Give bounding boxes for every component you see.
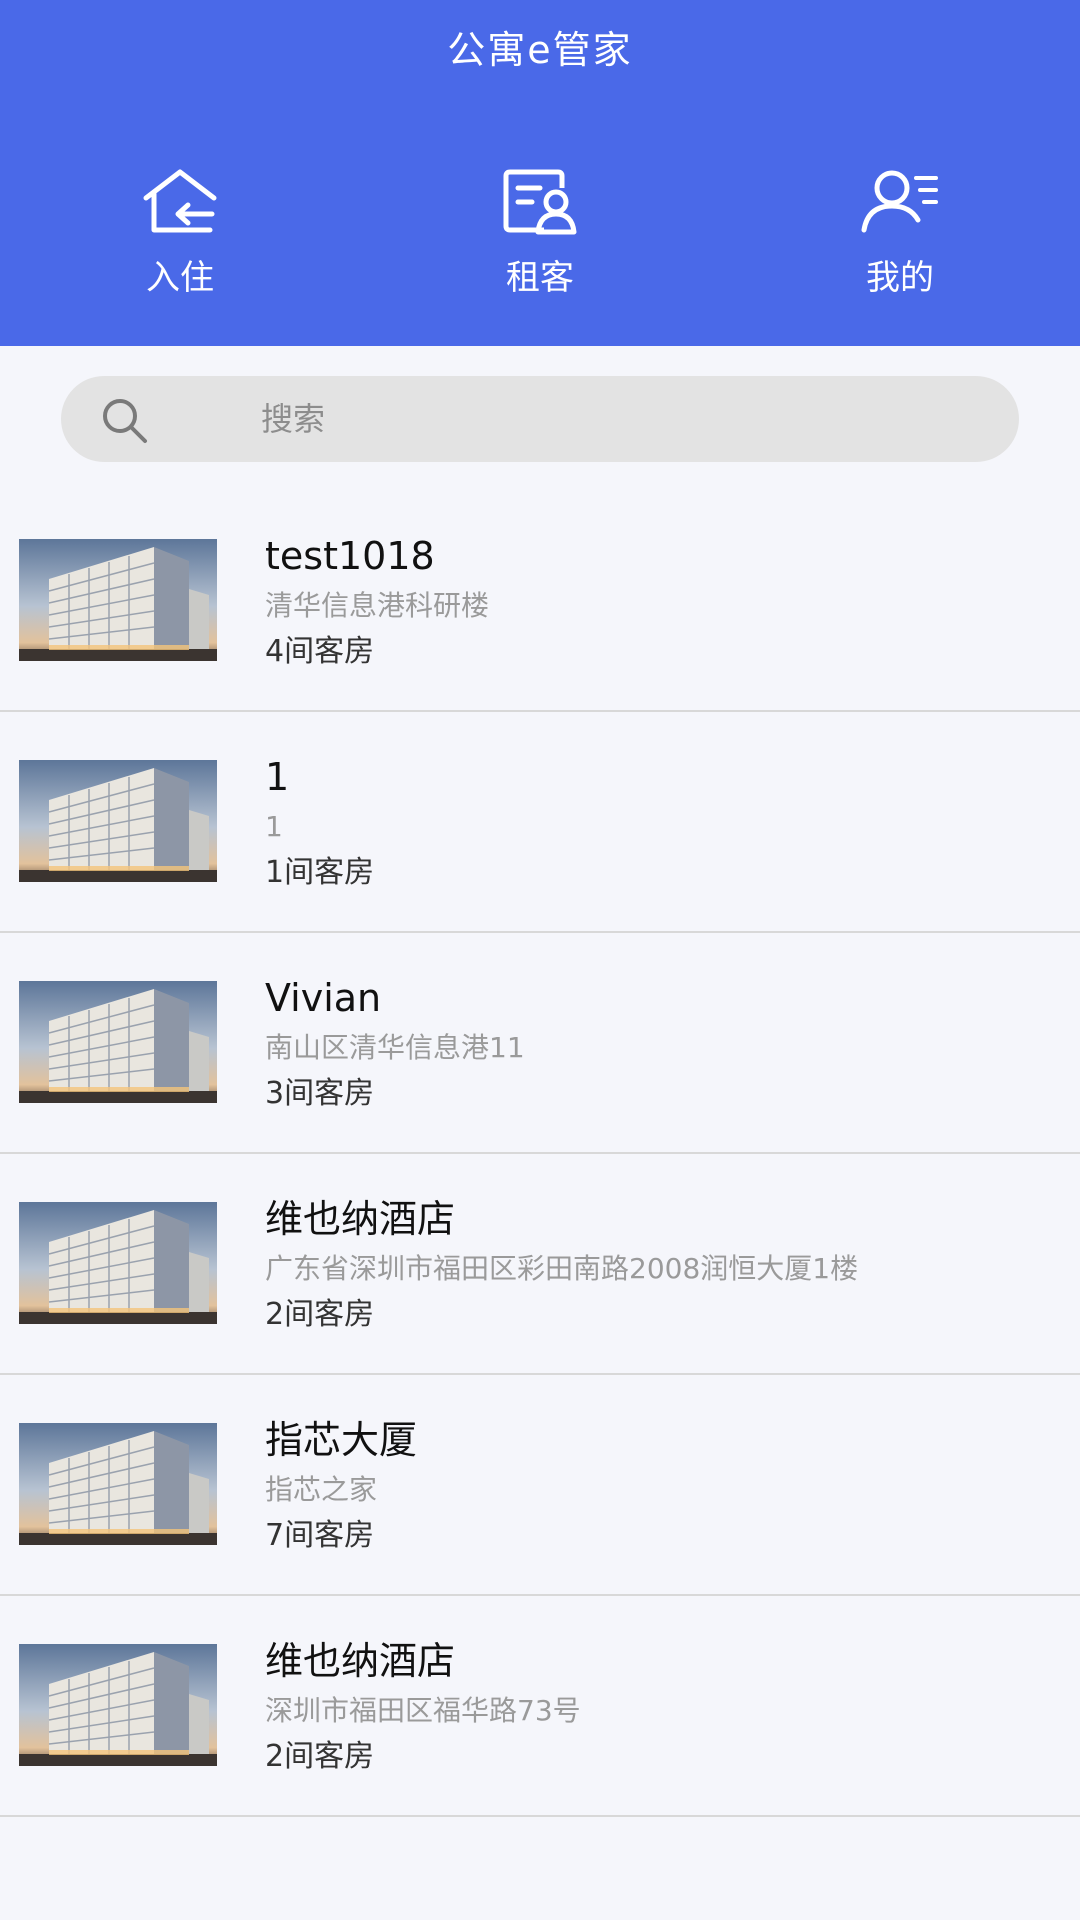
house-checkin-icon bbox=[143, 169, 217, 233]
apartment-room-count: 3间客房 bbox=[265, 1076, 375, 1111]
building-thumbnail bbox=[19, 1202, 217, 1324]
apartment-list-item[interactable]: Vivian 南山区清华信息港11 3间客房 bbox=[0, 933, 1080, 1154]
apartment-list-item[interactable]: 1 1 1间客房 bbox=[0, 712, 1080, 933]
apartment-list-item[interactable]: 维也纳酒店 深圳市福田区福华路73号 2间客房 bbox=[0, 1596, 1080, 1817]
apartment-list-item[interactable]: 指芯大厦 指芯之家 7间客房 bbox=[0, 1375, 1080, 1596]
building-thumbnail bbox=[19, 1423, 217, 1545]
apartment-address: 清华信息港科研楼 bbox=[265, 589, 490, 622]
nav-tenant-button[interactable]: 租客 bbox=[440, 166, 640, 306]
nav-checkin-label: 入住 bbox=[146, 258, 214, 298]
apartment-room-count: 2间客房 bbox=[265, 1739, 375, 1774]
app-title: 公寓e管家 bbox=[447, 28, 633, 72]
apartment-name: 维也纳酒店 bbox=[265, 1639, 456, 1683]
nav-checkin-button[interactable]: 入住 bbox=[80, 166, 280, 306]
building-thumbnail bbox=[19, 539, 217, 661]
apartment-list-item[interactable]: test1018 清华信息港科研楼 4间客房 bbox=[0, 491, 1080, 712]
apartment-room-count: 7间客房 bbox=[265, 1518, 375, 1553]
top-header: 公寓e管家 入住 租客 我的 bbox=[0, 0, 1080, 346]
apartment-address: 1 bbox=[265, 810, 283, 843]
apartment-name: Vivian bbox=[265, 976, 382, 1020]
apartment-address: 南山区清华信息港11 bbox=[265, 1031, 525, 1064]
search-icon bbox=[103, 399, 147, 443]
nav-profile-button[interactable]: 我的 bbox=[800, 166, 1000, 306]
building-thumbnail bbox=[19, 760, 217, 882]
apartment-name: 1 bbox=[265, 755, 290, 799]
apartment-address: 深圳市福田区福华路73号 bbox=[265, 1694, 581, 1727]
search-bar[interactable] bbox=[61, 376, 1019, 462]
apartment-room-count: 4间客房 bbox=[265, 634, 375, 669]
apartment-room-count: 1间客房 bbox=[265, 855, 375, 890]
user-profile-icon bbox=[861, 170, 938, 233]
apartment-address: 广东省深圳市福田区彩田南路2008润恒大厦1楼 bbox=[265, 1252, 859, 1285]
apartment-list: test1018 清华信息港科研楼 4间客房 1 1 1间客房 Vivian 南… bbox=[0, 491, 1080, 1817]
apartment-name: 指芯大厦 bbox=[265, 1418, 418, 1462]
apartment-address: 指芯之家 bbox=[265, 1473, 378, 1506]
nav-tenant-label: 租客 bbox=[506, 258, 574, 298]
tenant-card-icon bbox=[503, 169, 577, 235]
nav-profile-label: 我的 bbox=[866, 258, 934, 298]
building-thumbnail bbox=[19, 1644, 217, 1766]
search-input[interactable] bbox=[261, 376, 981, 462]
apartment-name: 维也纳酒店 bbox=[265, 1197, 456, 1241]
apartment-list-item[interactable]: 维也纳酒店 广东省深圳市福田区彩田南路2008润恒大厦1楼 2间客房 bbox=[0, 1154, 1080, 1375]
apartment-name: test1018 bbox=[265, 534, 435, 578]
apartment-room-count: 2间客房 bbox=[265, 1297, 375, 1332]
building-thumbnail bbox=[19, 981, 217, 1103]
